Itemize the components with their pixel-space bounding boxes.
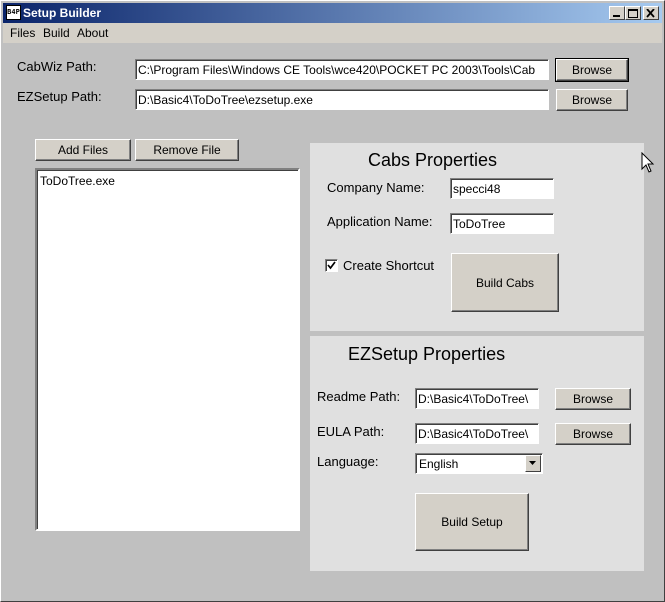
menu-about[interactable]: About [77,26,108,40]
eula-path-label: EULA Path: [317,424,385,439]
ezsetup-browse-button[interactable]: Browse [556,89,628,111]
add-files-button[interactable]: Add Files [35,139,131,161]
create-shortcut-label: Create Shortcut [343,258,435,273]
maximize-icon [628,9,638,18]
company-name-label: Company Name: [327,180,425,195]
minimize-icon [613,15,620,17]
menu-build[interactable]: Build [43,26,70,40]
company-name-input[interactable]: specci48 [450,178,554,199]
cabs-properties-title: Cabs Properties [368,150,498,170]
title-bar[interactable]: B4P Setup Builder [3,3,662,23]
remove-file-button[interactable]: Remove File [135,139,239,161]
client-area: CabWiz Path: C:\Program Files\Windows CE… [3,43,662,599]
eula-path-input[interactable]: D:\Basic4\ToDoTree\ [415,423,539,444]
application-name-label: Application Name: [327,214,433,229]
eula-browse-button[interactable]: Browse [555,423,631,445]
menu-files[interactable]: Files [10,26,35,40]
readme-path-label: Readme Path: [317,389,401,404]
chevron-down-icon [529,461,536,465]
menu-bar: Files Build About [3,23,662,43]
readme-path-input[interactable]: D:\Basic4\ToDoTree\ [415,388,539,409]
mouse-cursor-icon [641,152,655,173]
language-value: English [419,457,459,471]
create-shortcut-checkbox[interactable] [325,259,338,272]
cabwiz-path-input[interactable]: C:\Program Files\Windows CE Tools\wce420… [135,59,549,80]
ezsetup-path-label: EZSetup Path: [17,89,102,104]
build-cabs-button[interactable]: Build Cabs [451,253,559,312]
list-item[interactable]: ToDoTree.exe [40,174,115,188]
language-select[interactable]: English [415,453,543,474]
checkmark-icon [327,261,336,270]
readme-browse-button[interactable]: Browse [555,388,631,410]
window-title: Setup Builder [23,6,102,20]
close-icon [646,9,655,18]
ezsetup-properties-panel: EZSetup Properties Readme Path: D:\Basic… [310,336,644,571]
maximize-button[interactable] [625,6,641,20]
app-window: B4P Setup Builder Files Build About CabW… [0,0,665,602]
cabwiz-path-label: CabWiz Path: [17,59,97,74]
build-setup-button[interactable]: Build Setup [415,493,529,551]
app-icon: B4P [6,5,21,20]
ezsetup-properties-title: EZSetup Properties [348,344,506,364]
application-name-input[interactable]: ToDoTree [450,213,554,234]
minimize-button[interactable] [609,6,625,20]
dropdown-button[interactable] [525,455,541,472]
files-listbox[interactable]: ToDoTree.exe [35,168,300,531]
language-label: Language: [317,454,379,469]
ezsetup-path-input[interactable]: D:\Basic4\ToDoTree\ezsetup.exe [135,89,549,110]
cabwiz-browse-button[interactable]: Browse [555,58,629,82]
cabs-properties-panel: Cabs Properties Company Name: specci48 A… [310,143,644,331]
close-button[interactable] [643,6,659,20]
